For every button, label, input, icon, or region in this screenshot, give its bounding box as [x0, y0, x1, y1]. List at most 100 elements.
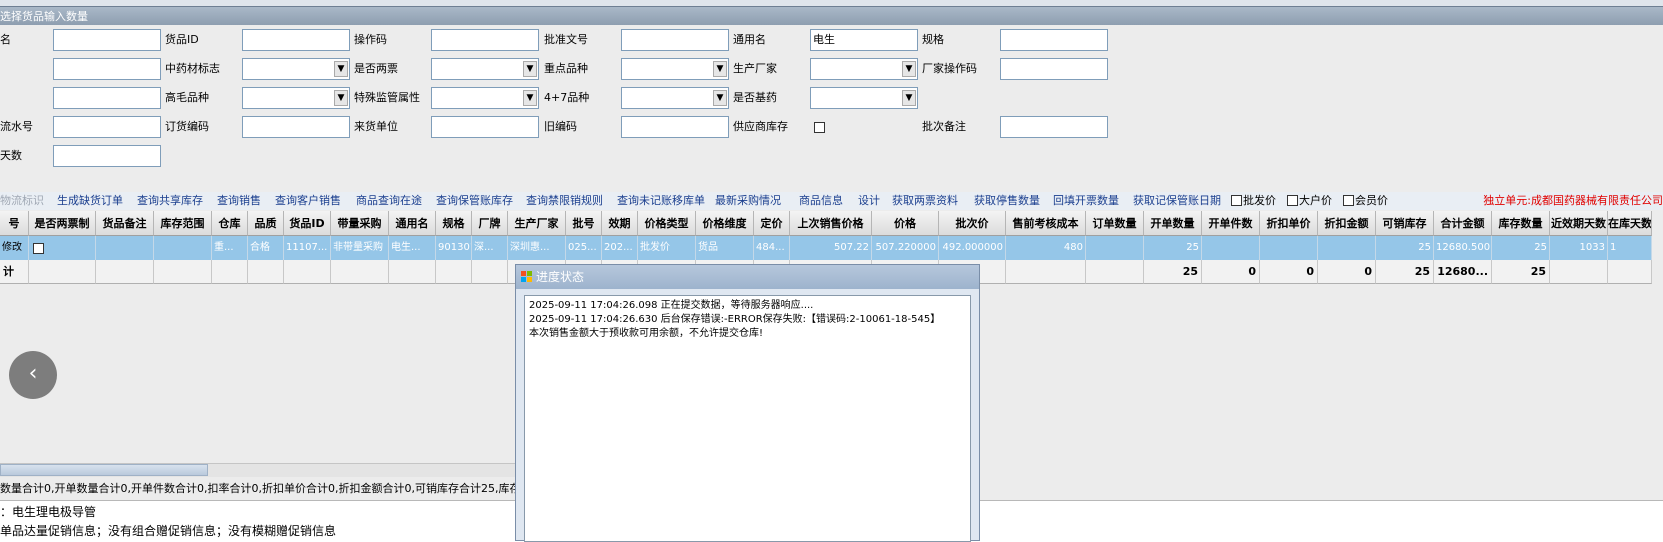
column-header[interactable]: 批号: [566, 211, 602, 236]
toolbar-link[interactable]: 设计: [858, 192, 880, 210]
dropdown-arrow-icon[interactable]: ▼: [334, 90, 348, 106]
column-header[interactable]: 带量采购: [331, 211, 389, 236]
field-input[interactable]: [242, 116, 350, 138]
field-select[interactable]: ▼: [242, 87, 350, 109]
table-cell[interactable]: 202...: [602, 236, 638, 260]
table-cell[interactable]: 12680.500: [1434, 236, 1492, 260]
table-cell[interactable]: 901301: [436, 236, 472, 260]
column-header[interactable]: 生产厂家: [508, 211, 566, 236]
column-header[interactable]: 订单数量: [1086, 211, 1144, 236]
column-header[interactable]: 折扣单价: [1260, 211, 1318, 236]
toolbar-link[interactable]: 查询销售: [217, 192, 261, 210]
table-cell[interactable]: [1260, 236, 1318, 260]
field-select[interactable]: ▼: [810, 87, 918, 109]
table-cell[interactable]: 1: [1608, 236, 1652, 260]
column-header[interactable]: 库存数量: [1492, 211, 1550, 236]
column-header[interactable]: 折扣金额: [1318, 211, 1376, 236]
column-header[interactable]: 仓库: [212, 211, 248, 236]
column-header[interactable]: 效期: [602, 211, 638, 236]
dropdown-arrow-icon[interactable]: ▼: [902, 90, 916, 106]
field-input[interactable]: [431, 116, 539, 138]
table-cell[interactable]: 11107...: [284, 236, 331, 260]
dropdown-arrow-icon[interactable]: ▼: [902, 61, 916, 77]
field-select[interactable]: ▼: [621, 87, 729, 109]
dropdown-arrow-icon[interactable]: ▼: [334, 61, 348, 77]
price-checkbox[interactable]: [1231, 195, 1242, 206]
column-header[interactable]: 定价: [754, 211, 790, 236]
column-header[interactable]: 品质: [248, 211, 284, 236]
field-select[interactable]: ▼: [431, 58, 539, 80]
toolbar-link[interactable]: 最新采购情况: [715, 192, 781, 210]
field-input[interactable]: [53, 58, 161, 80]
price-checkbox[interactable]: [1287, 195, 1298, 206]
column-header[interactable]: 货品ID: [284, 211, 331, 236]
toolbar-link[interactable]: 生成缺货订单: [57, 192, 123, 210]
toolbar-link[interactable]: 获取停售数量: [974, 192, 1040, 210]
column-header[interactable]: 库存范围: [154, 211, 212, 236]
field-select[interactable]: ▼: [431, 87, 539, 109]
field-input[interactable]: [242, 29, 350, 51]
field-input[interactable]: [1000, 29, 1108, 51]
field-select[interactable]: ▼: [810, 58, 918, 80]
column-header[interactable]: 号: [0, 211, 29, 236]
table-cell[interactable]: 25: [1144, 236, 1202, 260]
column-header[interactable]: 售前考核成本: [1006, 211, 1086, 236]
table-cell[interactable]: 25: [1492, 236, 1550, 260]
table-cell[interactable]: 合格: [248, 236, 284, 260]
field-input[interactable]: [53, 116, 161, 138]
column-header[interactable]: 规格: [436, 211, 472, 236]
column-header[interactable]: 价格: [872, 211, 939, 236]
column-header[interactable]: 批次价: [939, 211, 1006, 236]
table-cell[interactable]: [96, 236, 154, 260]
table-cell[interactable]: [1086, 236, 1144, 260]
dropdown-arrow-icon[interactable]: ▼: [713, 90, 727, 106]
column-header[interactable]: 是否两票制: [29, 211, 96, 236]
field-input[interactable]: [53, 87, 161, 109]
table-cell[interactable]: 批发价: [638, 236, 696, 260]
field-input[interactable]: [431, 29, 539, 51]
toolbar-link[interactable]: 商品信息: [799, 192, 843, 210]
table-cell[interactable]: 货品: [696, 236, 754, 260]
field-select[interactable]: ▼: [621, 58, 729, 80]
toolbar-link[interactable]: 物流标识: [0, 192, 44, 210]
table-cell[interactable]: 484...: [754, 236, 790, 260]
dropdown-arrow-icon[interactable]: ▼: [523, 61, 537, 77]
table-cell[interactable]: 非带量采购: [331, 236, 389, 260]
toolbar-link[interactable]: 获取记保管账日期: [1133, 192, 1221, 210]
table-cell[interactable]: 025...: [566, 236, 602, 260]
toolbar-link[interactable]: 获取两票资料: [892, 192, 958, 210]
table-cell[interactable]: [1318, 236, 1376, 260]
toolbar-link[interactable]: 查询共享库存: [137, 192, 203, 210]
field-input[interactable]: [621, 116, 729, 138]
table-cell[interactable]: 深...: [472, 236, 508, 260]
column-header[interactable]: 通用名: [389, 211, 436, 236]
column-header[interactable]: 价格类型: [638, 211, 696, 236]
column-header[interactable]: 在库天数: [1608, 211, 1652, 236]
two-invoice-checkbox[interactable]: [33, 243, 44, 254]
table-cell[interactable]: 电生...: [389, 236, 436, 260]
table-cell[interactable]: 重...: [212, 236, 248, 260]
table-cell[interactable]: 1033: [1550, 236, 1608, 260]
column-header[interactable]: 货品备注: [96, 211, 154, 236]
field-input[interactable]: [621, 29, 729, 51]
toolbar-link[interactable]: 回填开票数量: [1053, 192, 1119, 210]
dropdown-arrow-icon[interactable]: ▼: [523, 90, 537, 106]
back-button[interactable]: ‹: [9, 351, 57, 399]
table-cell[interactable]: 修改: [0, 236, 29, 260]
scrollbar-thumb[interactable]: [0, 464, 208, 476]
field-input[interactable]: 电生: [810, 29, 918, 51]
column-header[interactable]: 厂牌: [472, 211, 508, 236]
supplier-stock-checkbox[interactable]: [814, 122, 825, 133]
toolbar-link[interactable]: 查询禁限销规则: [526, 192, 603, 210]
table-cell[interactable]: 25: [1376, 236, 1434, 260]
toolbar-link[interactable]: 商品查询在途: [356, 192, 422, 210]
table-cell[interactable]: 480: [1006, 236, 1086, 260]
column-header[interactable]: 开单数量: [1144, 211, 1202, 236]
column-header[interactable]: 开单件数: [1202, 211, 1260, 236]
field-input[interactable]: [1000, 116, 1108, 138]
toolbar-link[interactable]: 查询客户销售: [275, 192, 341, 210]
field-select[interactable]: ▼: [242, 58, 350, 80]
table-cell[interactable]: 507.220000: [872, 236, 939, 260]
field-input[interactable]: [53, 29, 161, 51]
table-cell[interactable]: [154, 236, 212, 260]
